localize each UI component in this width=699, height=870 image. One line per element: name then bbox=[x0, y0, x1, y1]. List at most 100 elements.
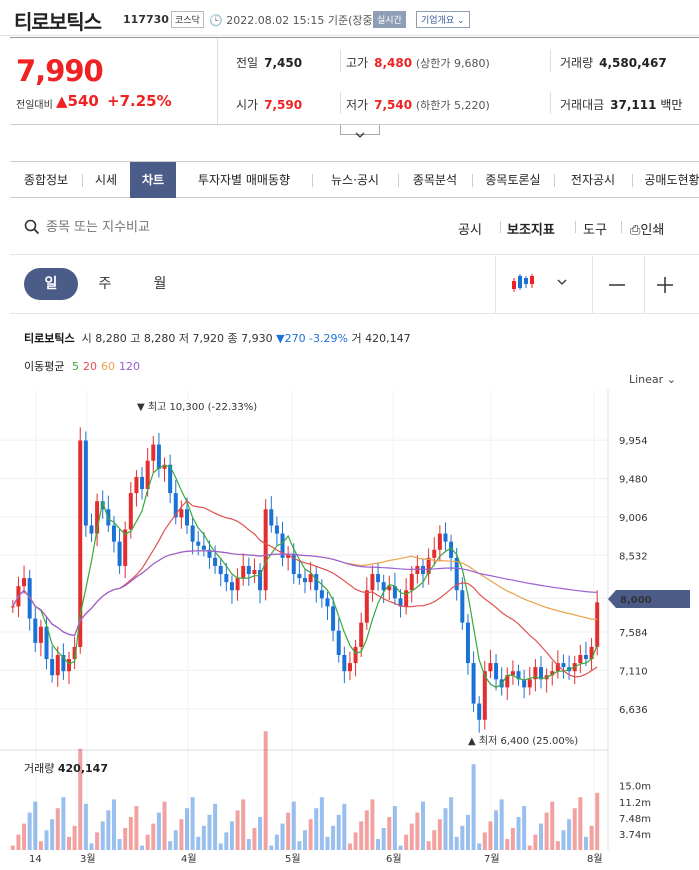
volume-bar bbox=[387, 817, 392, 850]
current-price: 7,990 bbox=[16, 54, 104, 88]
candle-body bbox=[140, 476, 145, 490]
volume-value: 4,580,467 bbox=[599, 56, 667, 70]
datetime-text: 2022.08.02 15:15 bbox=[226, 14, 325, 27]
candle-body bbox=[443, 533, 448, 542]
volume-bar bbox=[550, 801, 555, 850]
candle-body bbox=[381, 582, 386, 591]
volume-bar bbox=[241, 799, 246, 850]
compare-search-input[interactable] bbox=[46, 215, 306, 239]
company-overview-button[interactable]: 기업개요 ⌄ bbox=[416, 11, 470, 28]
low-value: 7,540 bbox=[374, 98, 413, 112]
volume-bar bbox=[196, 836, 201, 850]
volume-bar bbox=[510, 828, 515, 850]
divider bbox=[592, 256, 593, 314]
period-day-button[interactable]: 일 bbox=[24, 268, 78, 300]
price-chart[interactable]: 9,954 9,480 9,006 8,532 7,584 7,110 6,636 ▼ 최고 … bbox=[0, 390, 699, 870]
candle-body bbox=[38, 626, 43, 643]
volume-bar bbox=[44, 830, 49, 850]
tab-2[interactable]: 차트 bbox=[130, 162, 176, 198]
volume-bar bbox=[370, 799, 375, 850]
price-change: ▲540 bbox=[56, 92, 99, 110]
candle-body bbox=[477, 703, 482, 720]
volume-bar bbox=[72, 825, 77, 850]
candle-body bbox=[314, 574, 319, 591]
period-month-button[interactable]: 월 bbox=[133, 268, 187, 300]
volume-bar bbox=[134, 806, 139, 850]
stock-header: 티로보틱스 117730 코스닥 🕒 2022.08.02 15:15 기준(장… bbox=[0, 0, 699, 36]
zoom-in-icon[interactable] bbox=[656, 276, 674, 294]
volume-bar bbox=[342, 803, 347, 850]
candle-body bbox=[246, 565, 251, 575]
low-price: 저가 7,540 (하한가 5,220) bbox=[346, 96, 490, 113]
divider bbox=[550, 50, 551, 72]
tab-8[interactable]: 공매도현황 bbox=[632, 162, 699, 198]
expand-quote-button[interactable] bbox=[340, 125, 380, 138]
candle-body bbox=[297, 574, 302, 579]
volume-bar bbox=[168, 841, 173, 850]
change-label: 전일대비 bbox=[16, 100, 53, 111]
tab-6[interactable]: 종목토론실 bbox=[472, 162, 554, 198]
search-icon[interactable] bbox=[24, 219, 40, 235]
ma-120-label[interactable]: 120 bbox=[119, 360, 140, 373]
indicator-button[interactable]: 보조지표 bbox=[507, 219, 555, 238]
candle-body bbox=[201, 545, 206, 550]
volume-bar bbox=[572, 808, 577, 850]
candle-body bbox=[235, 578, 240, 591]
divider bbox=[550, 92, 551, 114]
volume-bar bbox=[83, 803, 88, 850]
volume-bar bbox=[449, 797, 454, 850]
tab-5[interactable]: 종목분석 bbox=[398, 162, 472, 198]
print-button[interactable]: ⎙인쇄 bbox=[630, 219, 664, 238]
volume-bar bbox=[185, 808, 189, 850]
live-badge[interactable]: 실시간 bbox=[373, 11, 406, 28]
volume-label: 거래량 bbox=[560, 56, 594, 70]
chart-type-button[interactable] bbox=[510, 270, 576, 302]
divider bbox=[340, 50, 341, 72]
ma-20-label[interactable]: 20 bbox=[83, 360, 97, 373]
tab-1[interactable]: 시세 bbox=[82, 162, 130, 198]
candle-body bbox=[10, 606, 15, 608]
volume-bar bbox=[415, 812, 420, 850]
volume-bar bbox=[359, 821, 364, 850]
volume-bar bbox=[123, 828, 128, 850]
legend-high-label: 고 bbox=[130, 332, 141, 345]
volume-bar bbox=[488, 821, 493, 850]
ma-60-label[interactable]: 60 bbox=[101, 360, 115, 373]
candle-body bbox=[89, 525, 94, 534]
volume-bar bbox=[471, 764, 476, 850]
price-change-pct: +7.25% bbox=[107, 92, 172, 110]
candle-body bbox=[190, 525, 195, 542]
volume-bar bbox=[477, 843, 482, 850]
scale-select[interactable]: Linear ⌄ bbox=[629, 373, 676, 386]
tab-3[interactable]: 투자자별 매매동향 bbox=[176, 162, 312, 198]
amount-unit: 백만 bbox=[660, 98, 683, 112]
candle-body bbox=[437, 533, 442, 550]
candle-body bbox=[179, 509, 184, 518]
volume-bar bbox=[27, 812, 32, 850]
ma-5-label[interactable]: 5 bbox=[72, 360, 79, 373]
divider bbox=[495, 256, 496, 314]
tab-0[interactable]: 종합정보 bbox=[10, 162, 82, 198]
tab-7[interactable]: 전자공시 bbox=[554, 162, 632, 198]
volume-bar bbox=[229, 821, 234, 850]
disclosure-button[interactable]: 공시 bbox=[458, 219, 482, 238]
up-triangle-icon: ▲ bbox=[56, 92, 68, 110]
volume-bar bbox=[235, 810, 240, 850]
zoom-out-icon[interactable] bbox=[608, 276, 626, 294]
tools-button[interactable]: 도구 bbox=[583, 219, 607, 238]
candle-body bbox=[471, 663, 476, 704]
candle-body bbox=[336, 630, 341, 655]
prev-close: 전일 7,450 bbox=[236, 54, 302, 71]
y-tick-label: 9,954 bbox=[619, 436, 648, 447]
volume-bar bbox=[443, 808, 448, 850]
candle-body bbox=[359, 622, 364, 647]
tab-4[interactable]: 뉴스·공시 bbox=[312, 162, 398, 198]
candle-body bbox=[224, 574, 229, 583]
candlestick-icon bbox=[512, 274, 567, 292]
volume-bar bbox=[224, 832, 229, 850]
divider bbox=[500, 221, 501, 233]
candle-body bbox=[185, 509, 189, 526]
legend-open-label: 시 bbox=[81, 332, 92, 345]
period-week-button[interactable]: 주 bbox=[78, 268, 132, 300]
volume-bar bbox=[22, 823, 27, 850]
